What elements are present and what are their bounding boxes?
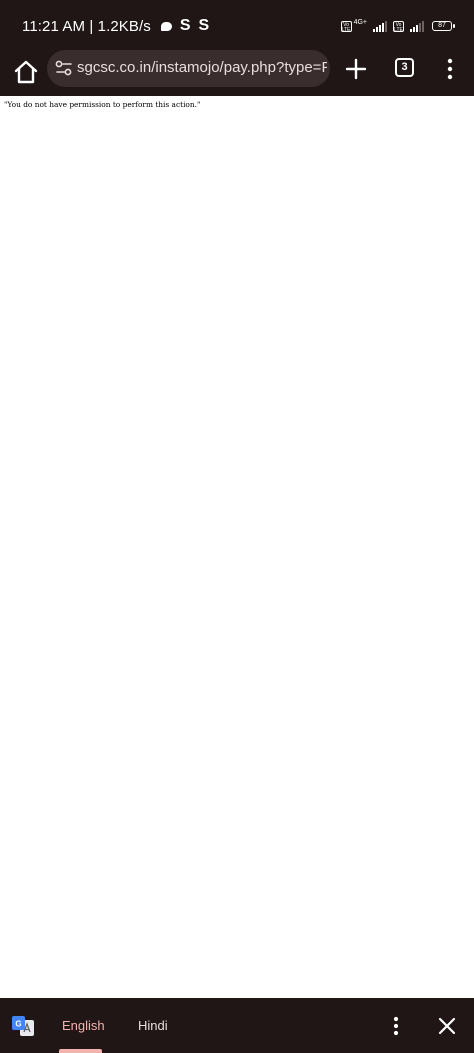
translate-bar: G English Hindi [0, 998, 474, 1053]
chat-bubble-icon [160, 21, 172, 31]
network-type-label: 4G+ [353, 18, 367, 26]
selected-tab-indicator [59, 1049, 102, 1053]
permission-error-message: "You do not have permission to perform t… [4, 100, 201, 109]
status-right: Vo LTE 4G+ Vo LTE 87 [340, 17, 455, 35]
close-icon[interactable] [436, 1015, 458, 1037]
tab-switcher-button[interactable]: 3 [395, 58, 414, 77]
google-translate-icon[interactable]: G [11, 1015, 35, 1037]
app-s-icon-2: S [198, 17, 210, 34]
home-icon[interactable] [12, 58, 40, 86]
signal-strength-icon [373, 20, 387, 32]
battery-icon: 87 [432, 21, 455, 31]
translate-options-icon[interactable] [388, 1014, 404, 1038]
volte-icon-2: Vo LTE [393, 20, 404, 33]
battery-level: 87 [438, 22, 446, 29]
signal-strength-icon-2 [410, 20, 424, 32]
site-settings-icon[interactable] [55, 59, 73, 77]
tab-count: 3 [401, 61, 408, 73]
browser-toolbar: sgcsc.co.in/instamojo/pay.php?type=Franc… [0, 50, 474, 96]
status-speed: 1.2KB/s [97, 17, 151, 35]
tab-hindi[interactable]: Hindi [138, 1018, 168, 1033]
status-left: 11:21 AM | 1.2KB/s S S [22, 16, 209, 36]
svg-text:G: G [15, 1020, 21, 1029]
tab-english[interactable]: English [62, 1018, 105, 1033]
volte-icon: Vo LTE [340, 20, 352, 33]
status-time: 11:21 AM | 1.2KB/s [22, 17, 151, 35]
status-bar: 11:21 AM | 1.2KB/s S S Vo LTE 4G+ Vo LTE… [0, 0, 474, 50]
url-text[interactable]: sgcsc.co.in/instamojo/pay.php?type=Franc… [77, 59, 327, 79]
status-time-text: 11:21 AM [22, 17, 86, 35]
more-options-icon[interactable] [442, 57, 458, 83]
app-s-icon: S [179, 17, 191, 34]
page-content: "You do not have permission to perform t… [0, 96, 474, 998]
address-bar[interactable]: sgcsc.co.in/instamojo/pay.php?type=Franc… [47, 50, 330, 87]
new-tab-icon[interactable] [343, 56, 369, 82]
